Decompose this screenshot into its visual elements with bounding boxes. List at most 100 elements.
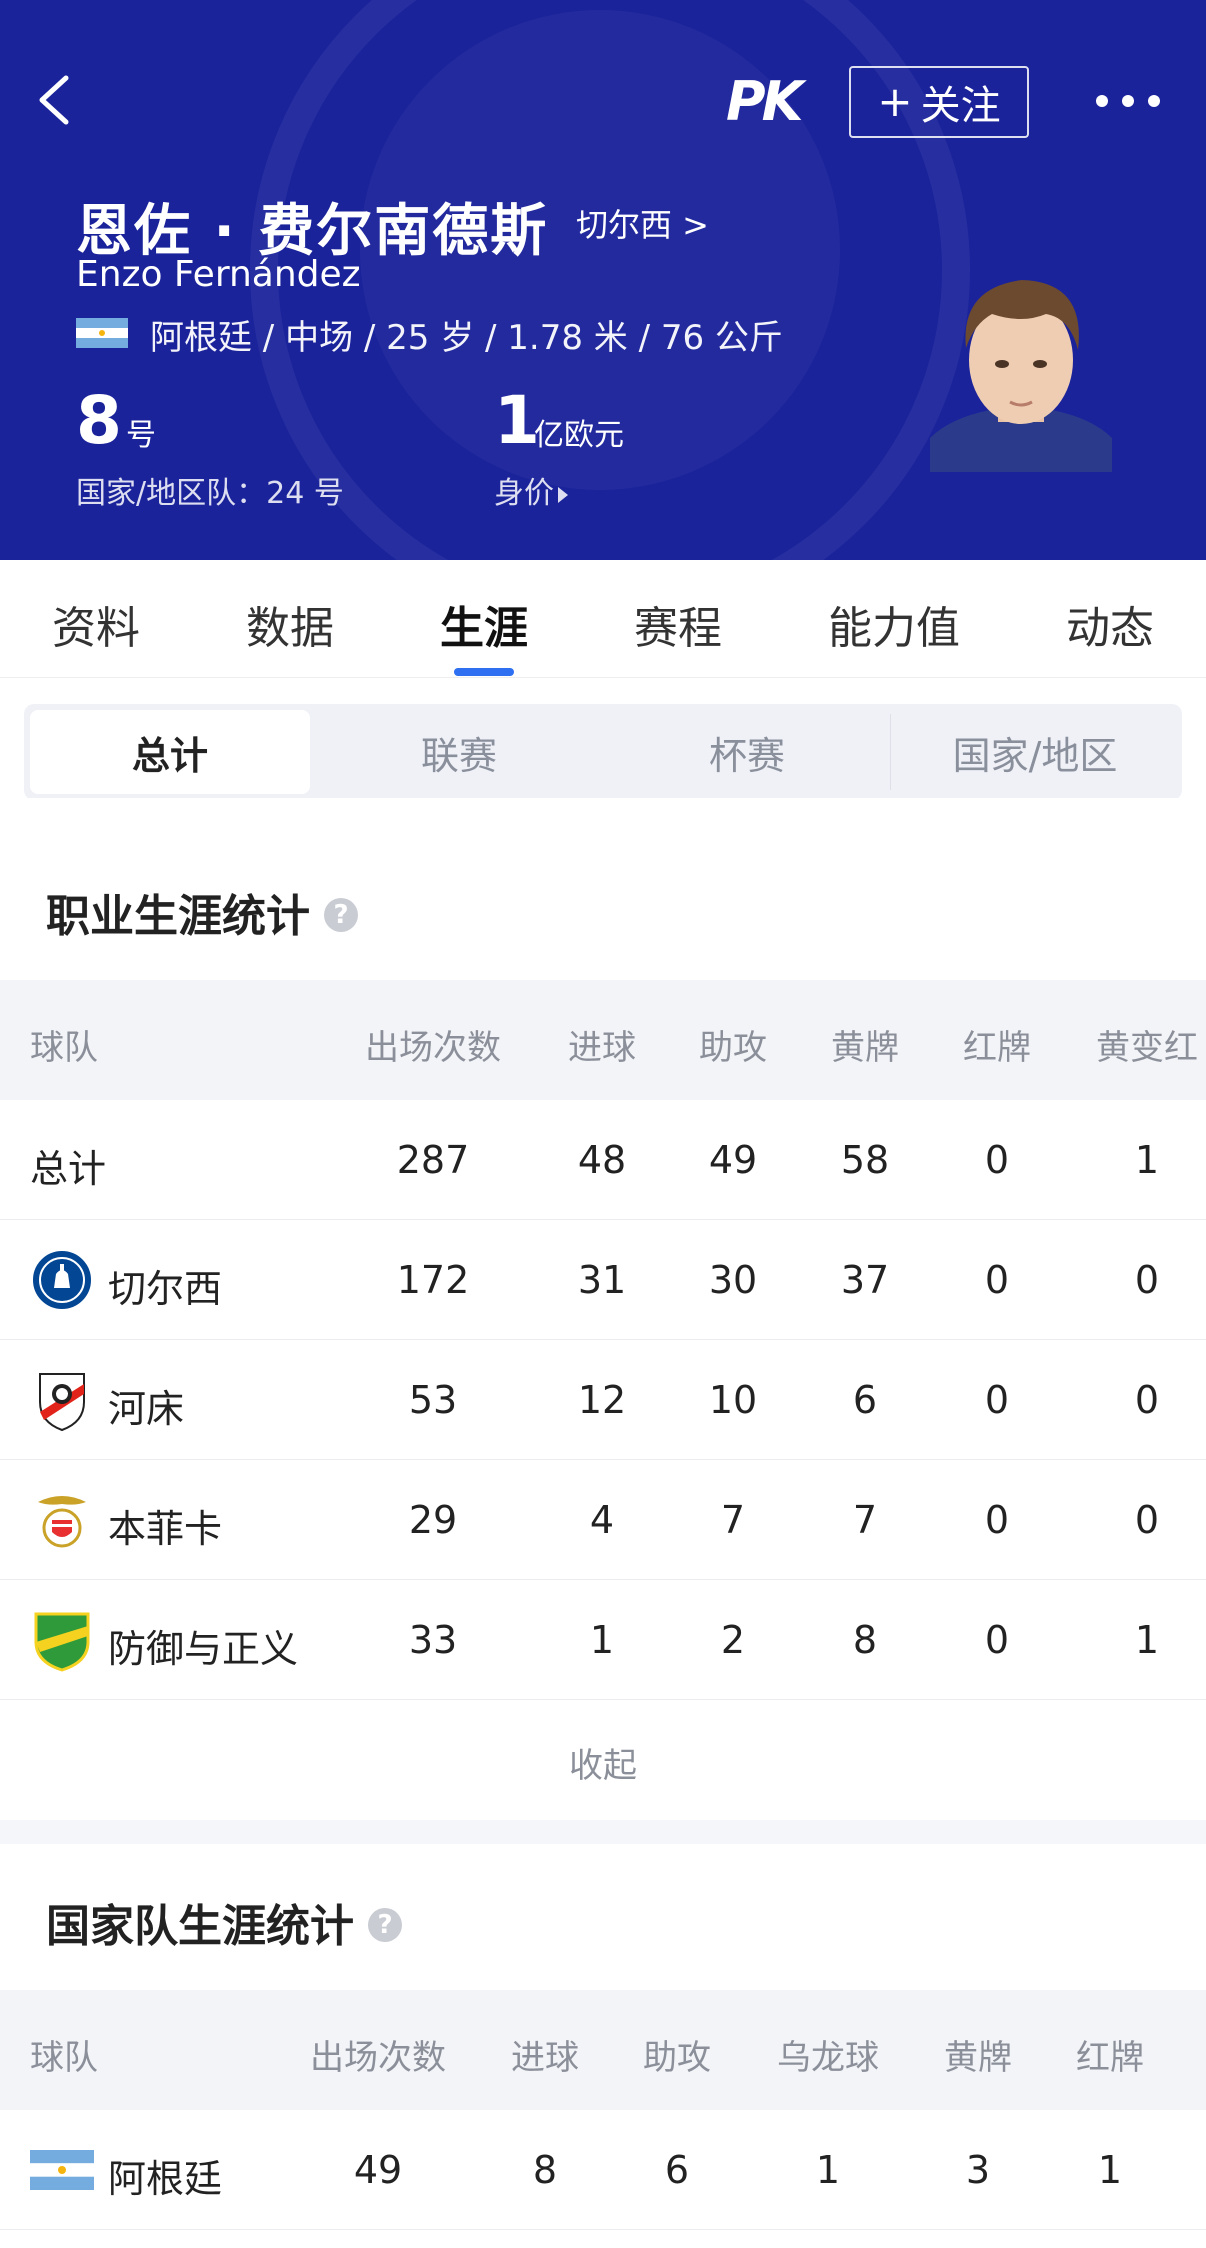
table-row[interactable]: 总计 287 48 49 58 0 1 [0, 1100, 1206, 1220]
row-team: 阿根廷 [108, 2157, 223, 2201]
row-yellow: 37 [840, 1258, 890, 1302]
national-stats-title-text: 国家队生涯统计 [46, 1901, 354, 1952]
career-stats-section: 职业生涯统计? 球队 出场次数 进球 助攻 黄牌 红牌 黄变红 总计 287 4… [0, 798, 1206, 1820]
row-yellow: 7 [852, 1498, 878, 1542]
row-yellow: 6 [852, 1378, 878, 1422]
caret-right-icon [558, 486, 568, 503]
help-icon[interactable]: ? [368, 1908, 402, 1942]
shirt-number-unit: 号 [126, 418, 156, 453]
row-second-yellow: 1 [1134, 1138, 1160, 1182]
row-goals: 31 [577, 1258, 627, 1302]
row-red: 0 [984, 1498, 1010, 1542]
shirt-number: 8 [76, 382, 122, 459]
row-goals: 1 [589, 1618, 615, 1662]
pk-logo: PK [726, 70, 803, 133]
row-goals: 8 [532, 2148, 558, 2192]
row-apps: 172 [396, 1258, 470, 1302]
national-team-number: 国家/地区队：24 号 [76, 476, 344, 511]
row-goals: 48 [577, 1138, 627, 1182]
segment-total[interactable]: 总计 [30, 710, 310, 794]
segment-cup[interactable]: 杯赛 [606, 710, 888, 794]
river-plate-logo-icon [39, 1373, 85, 1432]
follow-label: 关注 [920, 83, 1001, 129]
table-row[interactable]: 河床 53 12 10 6 0 0 [0, 1340, 1206, 1460]
col-goals: 进球 [568, 1028, 636, 1068]
row-apps: 33 [408, 1618, 458, 1662]
chelsea-logo-icon [31, 1249, 93, 1311]
row-red: 0 [984, 1618, 1010, 1662]
player-name-en: Enzo Fernández [76, 254, 361, 295]
tab-profile[interactable]: 资料 [52, 592, 140, 656]
col-red: 红牌 [963, 1028, 1031, 1068]
row-apps: 53 [408, 1378, 458, 1422]
row-assists: 7 [720, 1498, 746, 1542]
row-apps: 49 [353, 2148, 403, 2192]
row-apps: 29 [408, 1498, 458, 1542]
more-icon[interactable] [1096, 86, 1160, 116]
follow-button[interactable]: + 关注 [849, 66, 1029, 138]
table-row[interactable]: 切尔西 172 31 30 37 0 0 [0, 1220, 1206, 1340]
col-apps: 出场次数 [365, 1028, 501, 1068]
row-team: 河床 [108, 1387, 185, 1431]
market-value-label: 身价 [494, 476, 554, 511]
argentina-flag-icon [30, 2150, 94, 2190]
national-stats-section: 国家队生涯统计? 球队 出场次数 进球 助攻 乌龙球 黄牌 红牌 阿根廷 49 … [0, 1844, 1206, 2248]
col-team: 球队 [30, 2038, 98, 2078]
row-red: 0 [984, 1258, 1010, 1302]
table-row[interactable]: 防御与正义 33 1 2 8 0 1 [0, 1580, 1206, 1700]
national-table-header: 球队 出场次数 进球 助攻 乌龙球 黄牌 红牌 [0, 1990, 1206, 2110]
club-link[interactable]: 切尔西 > [576, 200, 709, 246]
active-tab-indicator [454, 668, 514, 676]
tab-bar: 资料 数据 生涯 赛程 能力值 动态 [0, 560, 1206, 678]
segment-league[interactable]: 联赛 [318, 710, 600, 794]
help-icon[interactable]: ? [324, 898, 358, 932]
row-second-yellow: 0 [1134, 1498, 1160, 1542]
tab-career[interactable]: 生涯 [440, 592, 528, 656]
benfica-logo-icon [38, 1496, 86, 1548]
market-value-unit: 亿欧元 [534, 418, 624, 453]
row-second-yellow: 0 [1134, 1258, 1160, 1302]
row-red: 0 [984, 1138, 1010, 1182]
row-goals: 12 [577, 1378, 627, 1422]
tab-ratings[interactable]: 能力值 [828, 592, 960, 656]
segment-divider [890, 714, 891, 790]
collapse-button[interactable]: 收起 [0, 1738, 1206, 1787]
col-second-yellow: 黄变红 [1096, 1028, 1198, 1068]
table-row[interactable]: 阿根廷 49 8 6 1 3 1 [0, 2110, 1206, 2230]
row-assists: 10 [708, 1378, 758, 1422]
row-second-yellow: 0 [1134, 1378, 1160, 1422]
col-team: 球队 [30, 1028, 98, 1068]
player-avatar [930, 280, 1112, 472]
national-stats-title: 国家队生涯统计? [46, 1890, 402, 1954]
argentina-flag-icon [76, 318, 128, 348]
career-stats-title-text: 职业生涯统计 [46, 891, 310, 942]
segment-national[interactable]: 国家/地区 [894, 710, 1176, 794]
plus-icon: + [877, 77, 913, 126]
row-second-yellow: 1 [1134, 1618, 1160, 1662]
col-yellow: 黄牌 [831, 1028, 899, 1068]
row-team: 本菲卡 [108, 1507, 223, 1551]
player-header: PK + 关注 恩佐 · 费尔南德斯 切尔西 > Enzo Fernández … [0, 0, 1206, 560]
row-assists: 6 [664, 2148, 690, 2192]
defensa-justicia-logo-icon [34, 1612, 90, 1672]
back-arrow-icon[interactable] [30, 70, 80, 130]
row-red: 0 [984, 1378, 1010, 1422]
row-assists: 2 [720, 1618, 746, 1662]
row-assists: 49 [708, 1138, 758, 1182]
row-team: 总计 [30, 1147, 107, 1191]
tab-schedule[interactable]: 赛程 [634, 592, 722, 656]
col-assists: 助攻 [699, 1028, 767, 1068]
col-yellow: 黄牌 [944, 2038, 1012, 2078]
career-stats-title: 职业生涯统计? [46, 880, 358, 944]
tab-stats[interactable]: 数据 [246, 592, 334, 656]
market-value-link[interactable]: 身价 [494, 468, 568, 512]
row-team: 切尔西 [108, 1267, 223, 1311]
tab-news[interactable]: 动态 [1066, 592, 1154, 656]
row-yellow: 58 [840, 1138, 890, 1182]
table-row[interactable]: 本菲卡 29 4 7 7 0 0 [0, 1460, 1206, 1580]
col-apps: 出场次数 [310, 2038, 446, 2078]
row-yellow: 8 [852, 1618, 878, 1662]
row-own-goals: 1 [815, 2148, 841, 2192]
segmented-control: 总计 联赛 杯赛 国家/地区 [24, 704, 1182, 800]
row-team: 防御与正义 [108, 1627, 299, 1671]
